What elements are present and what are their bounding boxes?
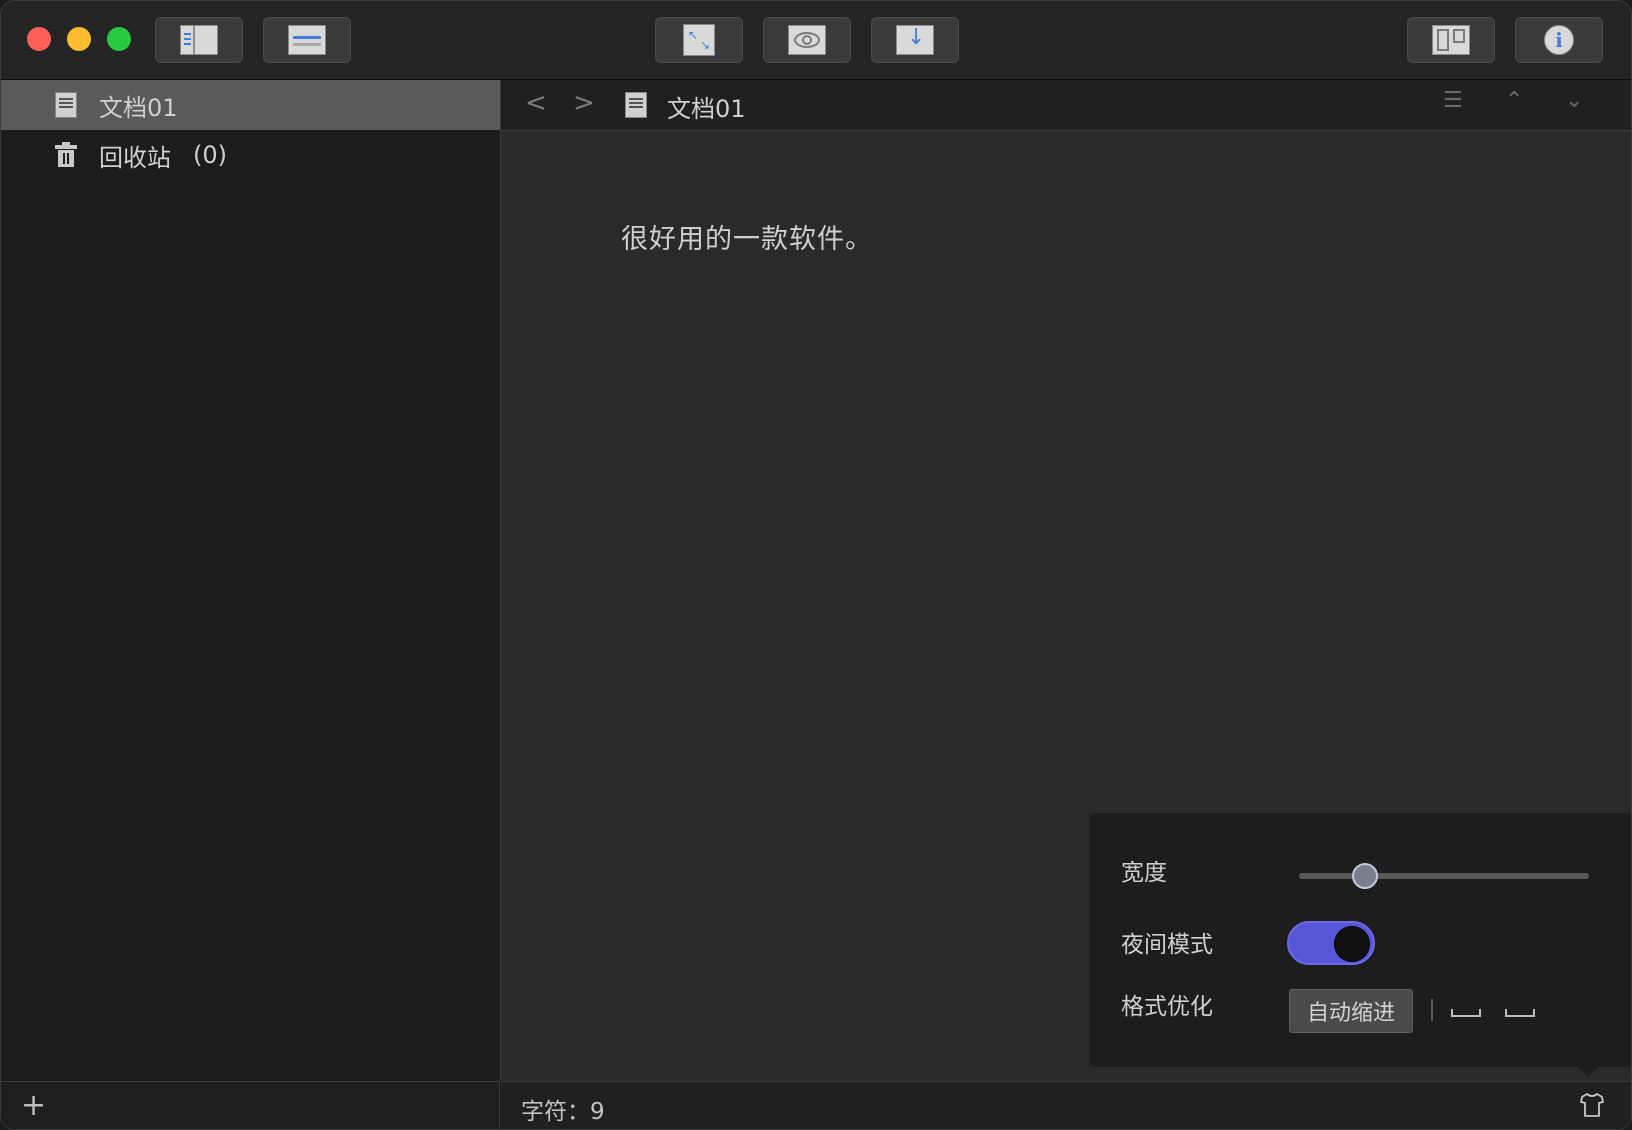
sidebar-item-label: 文档01 (99, 93, 178, 122)
fullscreen-icon: ↖ ↘ (683, 24, 715, 56)
divider (1431, 999, 1433, 1021)
zoom-window-button[interactable] (107, 27, 131, 51)
sidebar: 文档01 回收站 (0) (1, 80, 501, 1080)
info-button[interactable]: i (1515, 17, 1603, 63)
app-window: ↖ ↘ ↓ i 文档01 回收站 (0) + < > 文档01 ☰ ⌃ ⌄ 很好… (0, 0, 1632, 1130)
half-space-button[interactable] (1505, 1009, 1535, 1017)
list-view-icon (288, 25, 326, 55)
forward-chevron-icon[interactable]: > (573, 88, 595, 118)
width-slider-knob[interactable] (1351, 863, 1378, 889)
document-content[interactable]: 很好用的一款软件。 (621, 217, 873, 256)
preview-eye-icon (788, 25, 826, 55)
close-window-button[interactable] (27, 27, 51, 51)
settings-popover: 宽度 夜间模式 格式优化 自动缩进 (1089, 813, 1631, 1077)
chevron-up-icon[interactable]: ⌃ (1505, 88, 1523, 113)
char-count: 字符：9 (521, 1099, 605, 1125)
fullscreen-button[interactable]: ↖ ↘ (655, 17, 743, 63)
info-icon: i (1544, 25, 1574, 55)
theme-shirt-icon[interactable] (1579, 1092, 1605, 1118)
width-label: 宽度 (1121, 860, 1167, 886)
night-mode-toggle[interactable] (1287, 921, 1375, 965)
list-view-button[interactable] (263, 17, 351, 63)
sidebar-footer: + (1, 1081, 500, 1129)
document-title: 文档01 (667, 95, 746, 123)
trash-icon (55, 142, 77, 168)
trash-count: (0) (193, 141, 227, 169)
preview-button[interactable] (763, 17, 851, 63)
night-mode-label: 夜间模式 (1121, 932, 1213, 958)
minimize-window-button[interactable] (67, 27, 91, 51)
editor-header: < > 文档01 ☰ ⌃ ⌄ (501, 80, 1631, 131)
full-space-button[interactable] (1451, 1009, 1481, 1017)
export-download-icon: ↓ (896, 25, 934, 55)
sidebar-item-trash[interactable]: 回收站 (0) (1, 130, 500, 180)
split-view-button[interactable] (1407, 17, 1495, 63)
document-icon (55, 92, 77, 118)
sidebar-toggle-icon (180, 25, 218, 55)
back-chevron-icon[interactable]: < (525, 88, 547, 118)
chevron-down-icon[interactable]: ⌄ (1565, 88, 1583, 113)
split-view-icon (1432, 25, 1470, 55)
add-document-button[interactable]: + (21, 1088, 46, 1123)
sidebar-item-label: 回收站 (99, 143, 171, 172)
toggle-sidebar-button[interactable] (155, 17, 243, 63)
format-label: 格式优化 (1121, 994, 1213, 1020)
toolbar: ↖ ↘ ↓ i (1, 1, 1631, 80)
export-button[interactable]: ↓ (871, 17, 959, 63)
width-slider[interactable] (1299, 863, 1589, 889)
status-bar: 字符：9 (501, 1081, 1631, 1129)
document-icon (625, 92, 647, 118)
outline-list-icon[interactable]: ☰ (1443, 88, 1463, 113)
night-mode-toggle-knob (1334, 926, 1370, 962)
auto-indent-button[interactable]: 自动缩进 (1289, 989, 1413, 1033)
sidebar-item-document[interactable]: 文档01 (1, 80, 500, 130)
